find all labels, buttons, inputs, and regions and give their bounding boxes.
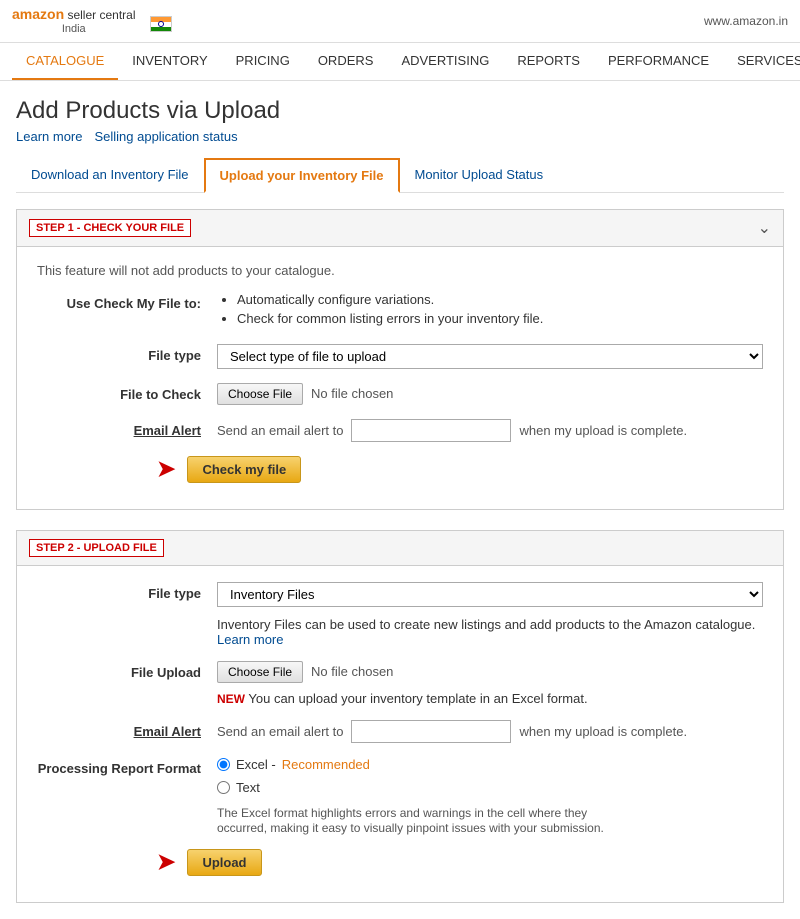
check-my-file-btn[interactable]: Check my file bbox=[187, 456, 301, 483]
step1-filetype-row: File type Select type of file to upload bbox=[37, 344, 763, 369]
step1-filechoose-content: Choose File No file chosen bbox=[217, 383, 763, 405]
step1-section: STEP 1 - CHECK YOUR FILE ⌄ This feature … bbox=[16, 209, 784, 510]
step2-inventory-desc: Inventory Files can be used to create ne… bbox=[217, 617, 763, 647]
step1-body: This feature will not add products to yo… bbox=[17, 247, 783, 509]
step2-new-note: NEW You can upload your inventory templa… bbox=[217, 691, 763, 706]
tab-upload[interactable]: Upload your Inventory File bbox=[204, 158, 400, 193]
tab-download[interactable]: Download an Inventory File bbox=[16, 158, 204, 192]
step1-email-content: Send an email alert to when my upload is… bbox=[217, 419, 763, 442]
step1-arrow: ➤ bbox=[157, 456, 175, 482]
step2-btn-row: ➤ Upload bbox=[37, 849, 763, 876]
step2-new-badge: NEW bbox=[217, 692, 245, 706]
page-content: Add Products via Upload Learn more Selli… bbox=[0, 81, 800, 919]
step1-email-when: when my upload is complete. bbox=[519, 423, 687, 438]
step2-email-label: Email Alert bbox=[37, 720, 217, 739]
step1-filechoose-label: File to Check bbox=[37, 383, 217, 402]
step2-fileupload-row: File Upload Choose File No file chosen N… bbox=[37, 661, 763, 706]
step1-email-input[interactable] bbox=[351, 419, 511, 442]
step1-email-label: Email Alert bbox=[37, 419, 217, 438]
step1-file-row: Choose File No file chosen bbox=[217, 383, 763, 405]
step2-badge: STEP 2 - UPLOAD FILE bbox=[29, 539, 164, 557]
step2-body: File type Inventory Files Inventory File… bbox=[17, 566, 783, 902]
step2-new-text: You can upload your inventory template i… bbox=[248, 691, 587, 706]
step2-no-file: No file chosen bbox=[311, 664, 393, 679]
learn-more-link[interactable]: Learn more bbox=[16, 129, 82, 144]
step2-email-content: Send an email alert to when my upload is… bbox=[217, 720, 763, 743]
step2-radio-text[interactable] bbox=[217, 781, 230, 794]
step1-no-file: No file chosen bbox=[311, 386, 393, 401]
nav-advertising[interactable]: ADVERTISING bbox=[387, 43, 503, 80]
tabs-bar: Download an Inventory File Upload your I… bbox=[16, 158, 784, 193]
logo-subtitle: India bbox=[12, 23, 136, 36]
step2-filetype-content: Inventory Files Inventory Files can be u… bbox=[217, 582, 763, 647]
nav-pricing[interactable]: PRICING bbox=[222, 43, 304, 80]
use-check-content: Automatically configure variations. Chec… bbox=[217, 292, 763, 330]
step2-file-inner: Choose File No file chosen bbox=[217, 661, 763, 683]
flag-icon bbox=[150, 10, 172, 32]
nav-performance[interactable]: PERFORMANCE bbox=[594, 43, 723, 80]
step2-excel-label: Excel - bbox=[236, 757, 276, 772]
step1-email-send-text: Send an email alert to bbox=[217, 423, 343, 438]
step2-filetype-label: File type bbox=[37, 582, 217, 601]
step2-radio-text-row: Text bbox=[217, 780, 763, 795]
page-title-links: Learn more Selling application status bbox=[16, 129, 784, 144]
step2-radio-excel[interactable] bbox=[217, 758, 230, 771]
step2-email-when: when my upload is complete. bbox=[519, 724, 687, 739]
step1-email-row: Email Alert Send an email alert to when … bbox=[37, 419, 763, 442]
use-check-label: Use Check My File to: bbox=[37, 292, 217, 311]
step2-email-row: Email Alert Send an email alert to when … bbox=[37, 720, 763, 743]
step2-proc-desc-container: The Excel format highlights errors and w… bbox=[217, 805, 617, 835]
feature-note: This feature will not add products to yo… bbox=[37, 263, 763, 278]
nav-services[interactable]: SERVICES bbox=[723, 43, 800, 80]
bullet-1: Automatically configure variations. bbox=[237, 292, 763, 307]
step2-email-send: Send an email alert to bbox=[217, 724, 343, 739]
step1-filechoose-row: File to Check Choose File No file chosen bbox=[37, 383, 763, 405]
use-check-row: Use Check My File to: Automatically conf… bbox=[37, 292, 763, 330]
top-bar: amazon seller central India www.amazon.i… bbox=[0, 0, 800, 43]
step2-learn-more[interactable]: Learn more bbox=[217, 632, 283, 647]
logo-area: amazon seller central India bbox=[12, 6, 172, 36]
step2-label-area: STEP 2 - UPLOAD FILE bbox=[29, 539, 164, 557]
nav-inventory[interactable]: INVENTORY bbox=[118, 43, 221, 80]
step2-section: STEP 2 - UPLOAD FILE File type Inventory… bbox=[16, 530, 784, 903]
bullet-2: Check for common listing errors in your … bbox=[237, 311, 763, 326]
step2-processing-label: Processing Report Format bbox=[37, 757, 217, 776]
step1-email-inner: Send an email alert to when my upload is… bbox=[217, 419, 763, 442]
step1-label-area: STEP 1 - CHECK YOUR FILE bbox=[29, 219, 191, 237]
page-title: Add Products via Upload bbox=[16, 97, 784, 125]
main-nav: CATALOGUE INVENTORY PRICING ORDERS ADVER… bbox=[0, 43, 800, 81]
step2-radio-excel-row: Excel - Recommended bbox=[217, 757, 763, 772]
step1-chevron: ⌄ bbox=[758, 218, 771, 238]
step1-filetype-select[interactable]: Select type of file to upload bbox=[217, 344, 763, 369]
use-check-bullets: Automatically configure variations. Chec… bbox=[217, 292, 763, 330]
step1-choose-file-btn[interactable]: Choose File bbox=[217, 383, 303, 405]
nav-reports[interactable]: REPORTS bbox=[503, 43, 594, 80]
step2-header[interactable]: STEP 2 - UPLOAD FILE bbox=[17, 531, 783, 566]
step2-proc-desc: The Excel format highlights errors and w… bbox=[217, 806, 604, 835]
step2-arrow: ➤ bbox=[157, 849, 175, 875]
domain-text: www.amazon.in bbox=[704, 14, 788, 28]
step2-fileupload-label: File Upload bbox=[37, 661, 217, 680]
step2-fileupload-content: Choose File No file chosen NEW You can u… bbox=[217, 661, 763, 706]
step1-filetype-label: File type bbox=[37, 344, 217, 363]
step2-filetype-row: File type Inventory Files Inventory File… bbox=[37, 582, 763, 647]
nav-orders[interactable]: ORDERS bbox=[304, 43, 388, 80]
step2-text-label: Text bbox=[236, 780, 260, 795]
step1-filetype-content: Select type of file to upload bbox=[217, 344, 763, 369]
step1-header[interactable]: STEP 1 - CHECK YOUR FILE ⌄ bbox=[17, 210, 783, 247]
step2-email-inner: Send an email alert to when my upload is… bbox=[217, 720, 763, 743]
step2-email-input[interactable] bbox=[351, 720, 511, 743]
step2-choose-file-btn[interactable]: Choose File bbox=[217, 661, 303, 683]
amazon-logo: amazon seller central India bbox=[12, 6, 136, 36]
step1-btn-row: ➤ Check my file bbox=[37, 456, 763, 483]
tab-monitor[interactable]: Monitor Upload Status bbox=[400, 158, 559, 192]
nav-catalogue[interactable]: CATALOGUE bbox=[12, 43, 118, 80]
step2-recommended: Recommended bbox=[282, 757, 370, 772]
step1-badge: STEP 1 - CHECK YOUR FILE bbox=[29, 219, 191, 237]
selling-status-link[interactable]: Selling application status bbox=[94, 129, 237, 144]
upload-btn[interactable]: Upload bbox=[187, 849, 261, 876]
step2-filetype-select[interactable]: Inventory Files bbox=[217, 582, 763, 607]
